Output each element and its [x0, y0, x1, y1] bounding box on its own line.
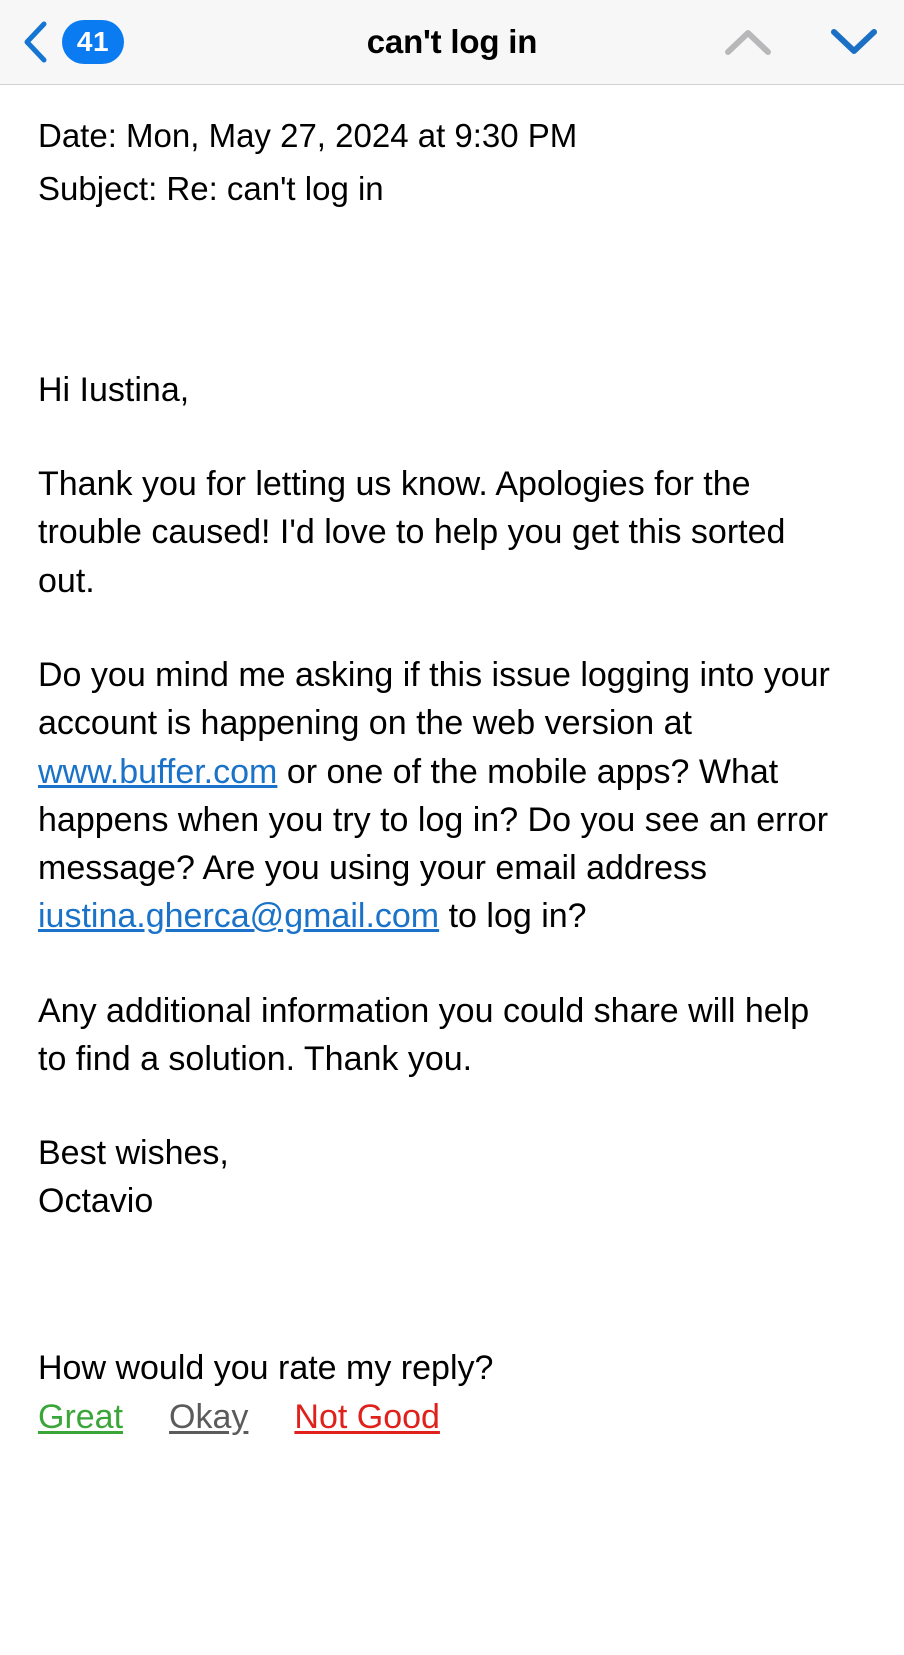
paragraph-closing: Any additional information you could sha…: [38, 991, 810, 1078]
nav-right-group: [720, 22, 882, 62]
customer-email-link[interactable]: iustina.gherca@gmail.com: [38, 897, 439, 935]
back-button[interactable]: [22, 20, 48, 64]
previous-message-button[interactable]: [720, 22, 776, 62]
email-subject-line: Subject: Re: can't log in: [38, 170, 384, 208]
signoff-text: Best wishes,: [38, 1134, 229, 1173]
rating-options-row: Great Okay Not Good: [38, 1398, 866, 1437]
paragraph-questions: Do you mind me asking if this issue logg…: [38, 651, 838, 941]
paragraph-questions-part-1: Do you mind me asking if this issue logg…: [38, 655, 830, 743]
chevron-down-icon: [831, 29, 877, 54]
rating-option-great[interactable]: Great: [38, 1398, 123, 1437]
unread-count-badge[interactable]: 41: [62, 20, 124, 64]
rating-option-okay[interactable]: Okay: [169, 1398, 248, 1437]
next-message-button[interactable]: [826, 22, 882, 62]
paragraph-questions-part-3: to log in?: [439, 897, 587, 936]
email-date-line: Date: Mon, May 27, 2024 at 9:30 PM: [38, 117, 578, 154]
greeting-text: Hi Iustina,: [38, 370, 190, 409]
email-message-body: Hi Iustina, Thank you for letting us kno…: [38, 366, 866, 1226]
chevron-left-icon: [24, 21, 47, 63]
reply-rating-section: How would you rate my reply? Great Okay …: [38, 1346, 866, 1437]
buffer-website-link[interactable]: www.buffer.com: [38, 753, 277, 791]
rating-question-text: How would you rate my reply?: [38, 1348, 494, 1387]
chevron-up-icon: [725, 30, 771, 55]
nav-left-group: 41: [22, 20, 124, 64]
email-body-container: Date: Mon, May 27, 2024 at 9:30 PM Subje…: [0, 85, 904, 1437]
paragraph-apology: Thank you for letting us know. Apologies…: [38, 465, 786, 600]
sender-name: Octavio: [38, 1182, 154, 1221]
email-navigation-bar: 41 can't log in: [0, 0, 904, 85]
rating-option-not-good[interactable]: Not Good: [294, 1398, 440, 1437]
